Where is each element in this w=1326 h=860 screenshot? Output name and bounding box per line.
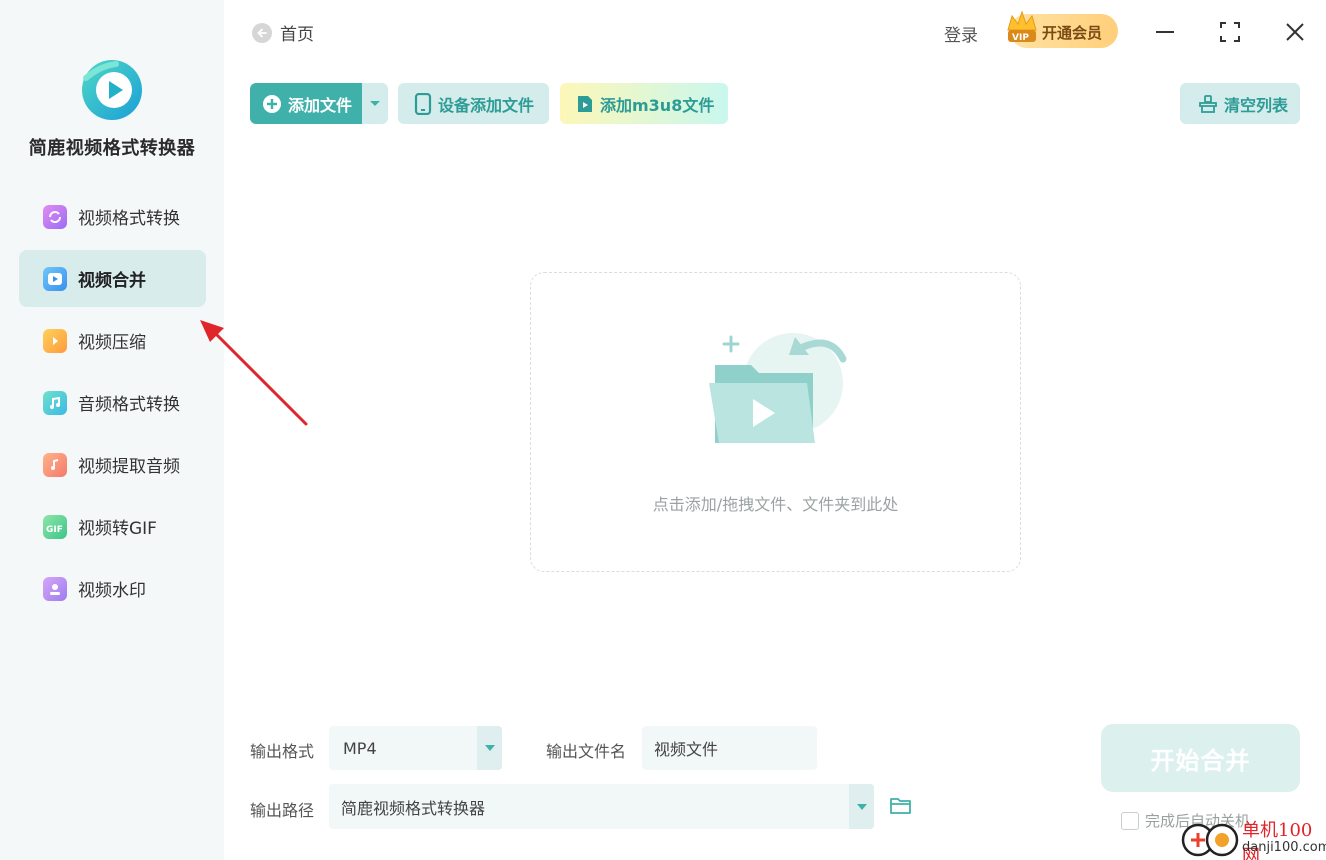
sidebar-item-label: 视频压缩 xyxy=(78,333,146,353)
output-path-select[interactable]: 简鹿视频格式转换器 xyxy=(329,784,874,829)
output-path-dropdown[interactable] xyxy=(849,784,874,829)
svg-text:VIP: VIP xyxy=(1012,33,1029,43)
sidebar-item-watermark[interactable]: 视频水印 xyxy=(19,560,206,617)
home-label: 首页 xyxy=(280,25,314,45)
crown-icon: VIP xyxy=(1007,10,1037,43)
m3u8-file-icon xyxy=(578,95,592,112)
output-format-dropdown[interactable] xyxy=(477,726,502,770)
chevron-down-icon xyxy=(370,101,380,106)
sidebar-item-gif[interactable]: GIF 视频转GIF xyxy=(19,498,206,555)
close-button[interactable] xyxy=(1281,18,1309,46)
minimize-button[interactable] xyxy=(1151,18,1179,46)
video-convert-icon xyxy=(43,204,67,229)
svg-text:GIF: GIF xyxy=(46,525,63,535)
minimize-icon xyxy=(1156,31,1174,33)
add-m3u8-button[interactable]: 添加m3u8文件 xyxy=(560,83,728,124)
start-merge-label: 开始合并 xyxy=(1150,746,1251,775)
file-drop-zone[interactable]: 点击添加/拖拽文件、文件夹到此处 xyxy=(530,272,1021,572)
add-file-label: 添加文件 xyxy=(288,95,353,115)
back-arrow-icon xyxy=(252,22,272,43)
watermark-icon xyxy=(43,576,67,601)
site-watermark: 单机100网 danji100.com xyxy=(1176,816,1326,860)
output-path-label: 输出路径 xyxy=(250,801,315,820)
watermark-url: danji100.com xyxy=(1242,840,1326,855)
phone-icon xyxy=(414,92,432,115)
sidebar: 简鹿视频格式转换器 视频格式转换 视频合并 视频压缩 音频格式转换 视频提取音频… xyxy=(0,0,224,860)
sidebar-item-video-convert[interactable]: 视频格式转换 xyxy=(19,188,206,245)
app-name: 简鹿视频格式转换器 xyxy=(28,138,196,159)
vip-label: 开通会员 xyxy=(1042,24,1103,42)
add-file-button[interactable]: 添加文件 xyxy=(250,83,362,124)
sidebar-item-label: 视频合并 xyxy=(78,271,146,291)
app-window: 简鹿视频格式转换器 视频格式转换 视频合并 视频压缩 音频格式转换 视频提取音频… xyxy=(0,0,1326,860)
maximize-icon xyxy=(1220,22,1240,42)
video-compress-icon xyxy=(43,328,67,353)
chevron-down-icon xyxy=(857,804,867,810)
add-m3u8-label: 添加m3u8文件 xyxy=(600,95,715,115)
clear-list-label: 清空列表 xyxy=(1224,95,1289,115)
sidebar-item-label: 视频水印 xyxy=(78,581,146,601)
annotation-arrow-icon xyxy=(200,320,308,426)
watermark-logo-icon xyxy=(1181,823,1239,857)
vip-button[interactable]: VIP 开通会员 xyxy=(1007,10,1118,48)
device-add-file-label: 设备添加文件 xyxy=(438,95,535,115)
add-file-dropdown[interactable] xyxy=(362,83,388,124)
start-merge-button[interactable]: 开始合并 xyxy=(1101,724,1300,792)
gif-icon: GIF xyxy=(43,514,67,539)
close-icon xyxy=(1286,23,1304,41)
output-filename-label: 输出文件名 xyxy=(546,742,627,761)
sidebar-item-video-compress[interactable]: 视频压缩 xyxy=(19,312,206,369)
extract-audio-icon xyxy=(43,452,67,477)
clear-list-button[interactable]: 清空列表 xyxy=(1180,83,1300,124)
sidebar-item-extract-audio[interactable]: 视频提取音频 xyxy=(19,436,206,493)
video-merge-icon xyxy=(43,266,67,291)
sidebar-item-label: 音频格式转换 xyxy=(78,395,180,415)
plus-circle-icon xyxy=(263,94,281,113)
sidebar-item-video-merge[interactable]: 视频合并 xyxy=(19,250,206,307)
drop-hint-text: 点击添加/拖拽文件、文件夹到此处 xyxy=(652,495,899,514)
output-format-value: MP4 xyxy=(343,738,377,758)
sidebar-item-audio-convert[interactable]: 音频格式转换 xyxy=(19,374,206,431)
device-add-file-button[interactable]: 设备添加文件 xyxy=(398,83,549,124)
output-filename-input[interactable]: 视频文件 xyxy=(642,726,817,770)
login-link[interactable]: 登录 xyxy=(944,21,978,46)
maximize-button[interactable] xyxy=(1216,18,1244,46)
output-format-label: 输出格式 xyxy=(250,742,315,761)
chevron-down-icon xyxy=(485,745,495,751)
sidebar-item-label: 视频格式转换 xyxy=(78,209,180,229)
output-path-value: 简鹿视频格式转换器 xyxy=(341,798,486,818)
folder-upload-icon xyxy=(709,333,847,443)
broom-icon xyxy=(1199,94,1217,113)
audio-convert-icon xyxy=(43,390,67,415)
sidebar-item-label: 视频提取音频 xyxy=(78,457,180,477)
folder-open-icon[interactable] xyxy=(889,796,913,816)
sidebar-item-label: 视频转GIF xyxy=(78,519,157,539)
auto-shutdown-checkbox[interactable] xyxy=(1121,811,1139,830)
output-filename-value: 视频文件 xyxy=(654,740,719,759)
home-link[interactable]: 首页 xyxy=(252,20,314,45)
app-logo-icon xyxy=(82,60,142,120)
